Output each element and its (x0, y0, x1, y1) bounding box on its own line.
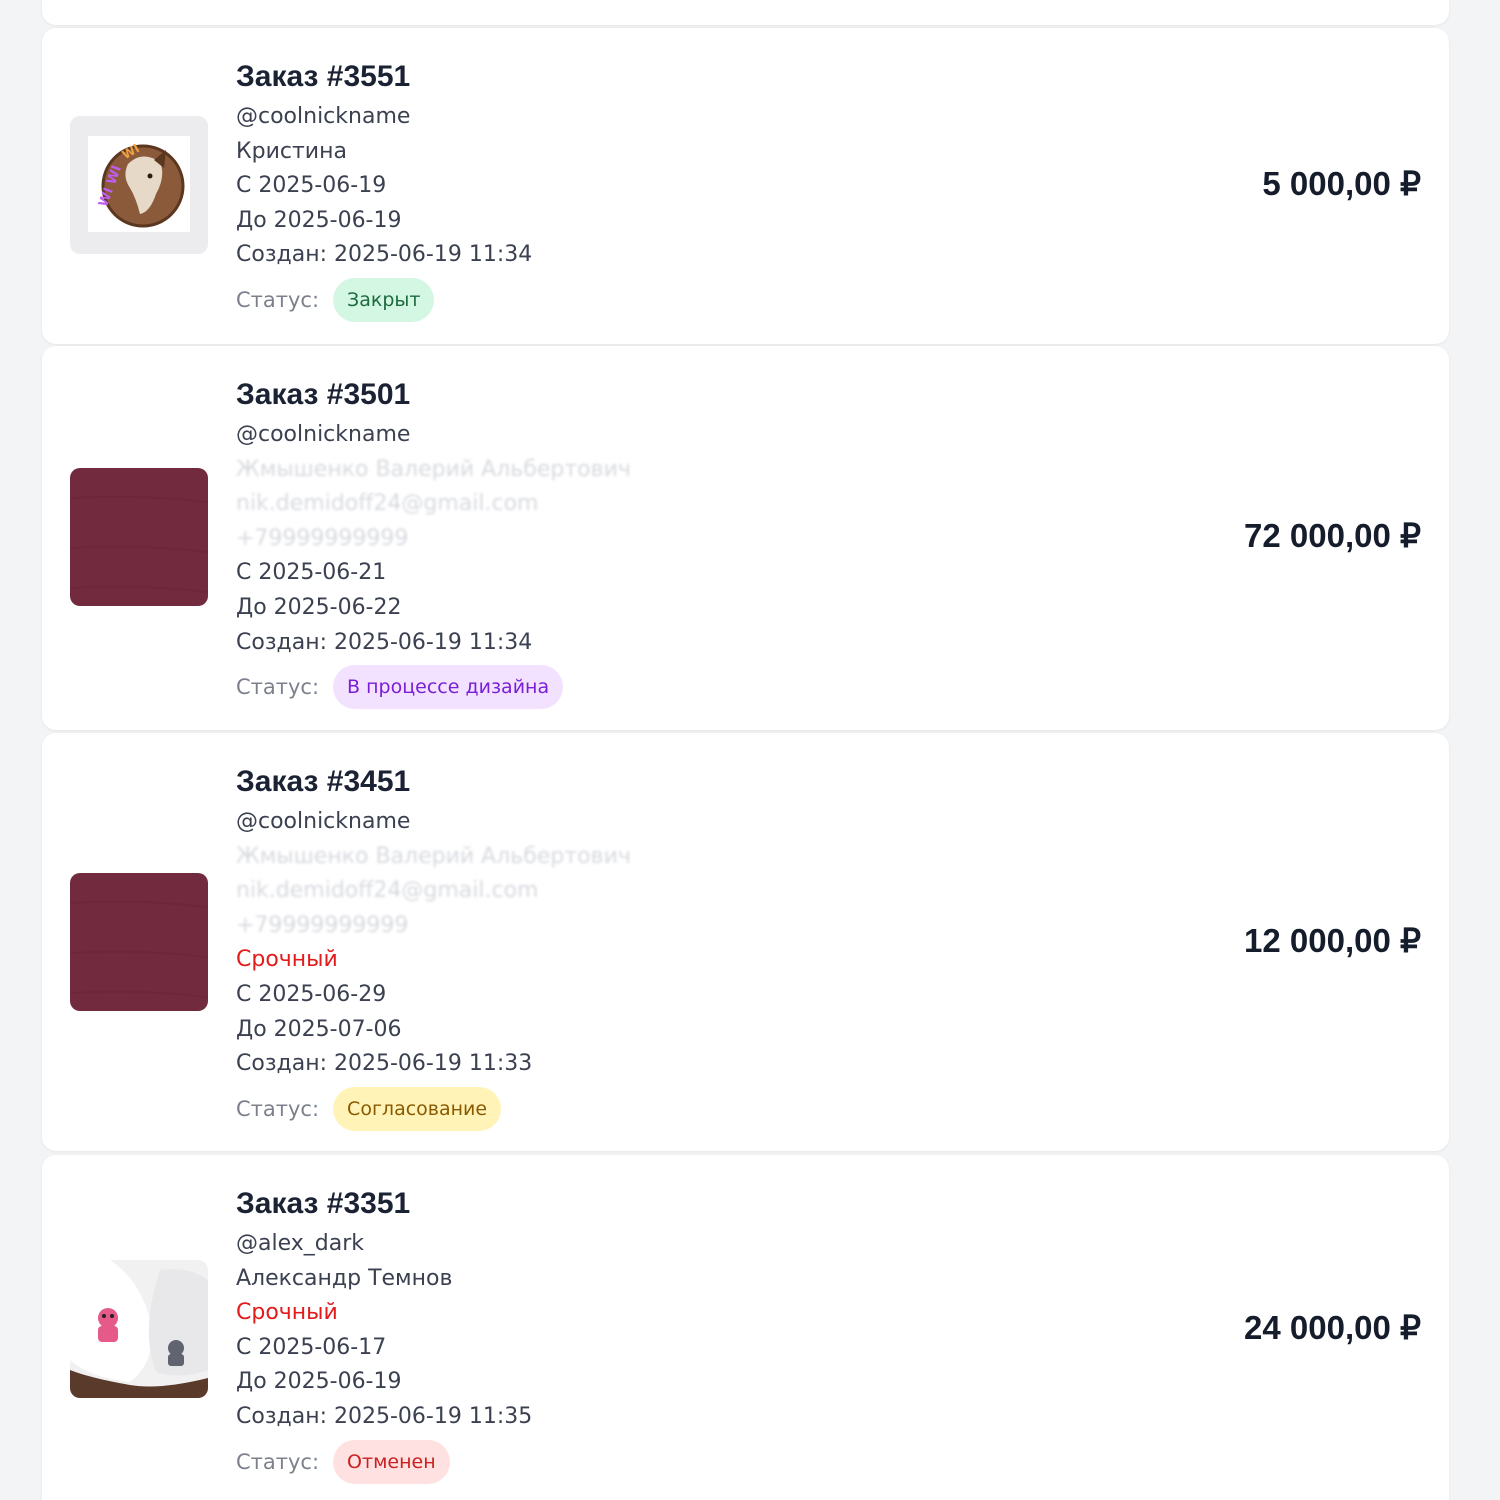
order-amount: 5 000,00 ₽ (1262, 165, 1421, 202)
order-thumbnail[interactable]: WI WI WI (70, 116, 208, 254)
created-at: Создан: 2025-06-19 11:34 (236, 629, 533, 655)
wiwi-logo-image: WI WI WI (88, 136, 190, 232)
fabric-swatch-image (70, 468, 208, 606)
date-to: До 2025-06-22 (236, 594, 402, 620)
status-badge: В процессе дизайна (333, 665, 564, 710)
status-label: Статус: (236, 1449, 320, 1474)
orders-list: WI WI WI Заказ #3551 @coolnickname Крист… (0, 0, 1500, 1500)
customer-name-redacted: Жмышенко Валерий Альбертович (236, 843, 631, 869)
date-from: С 2025-06-17 (236, 1334, 387, 1360)
customer-nickname: @alex_dark (236, 1231, 364, 1256)
customer-phone-redacted: +79999999999 (236, 912, 409, 938)
status-label: Статус: (236, 1096, 320, 1121)
status-row: Статус: В процессе дизайна (236, 664, 936, 710)
embroidered-shirt-image (70, 1260, 208, 1398)
status-label: Статус: (236, 675, 320, 700)
date-to: До 2025-07-06 (236, 1016, 402, 1042)
customer-email-redacted: nik.demidoff24@gmail.com (236, 878, 539, 904)
order-thumbnail[interactable] (70, 873, 208, 1011)
customer-email-redacted: nik.demidoff24@gmail.com (236, 491, 539, 517)
order-title[interactable]: Заказ #3551 (236, 58, 936, 96)
date-from: С 2025-06-19 (236, 173, 387, 199)
date-to: До 2025-06-19 (236, 207, 402, 233)
status-badge: Отменен (333, 1439, 450, 1484)
order-title[interactable]: Заказ #3351 (236, 1185, 936, 1223)
date-from: С 2025-06-21 (236, 560, 387, 586)
status-badge: Согласование (333, 1086, 502, 1131)
order-card-3351[interactable]: Заказ #3351 @alex_dark Александр Темнов … (42, 1155, 1449, 1500)
order-card-previous[interactable] (42, 0, 1449, 25)
order-card-3451[interactable]: Заказ #3451 @coolnickname Жмышенко Валер… (42, 733, 1449, 1151)
order-title[interactable]: Заказ #3451 (236, 763, 936, 801)
customer-name: Александр Темнов (236, 1265, 453, 1291)
urgent-label: Срочный (236, 947, 338, 973)
created-at: Создан: 2025-06-19 11:35 (236, 1403, 533, 1429)
order-amount: 72 000,00 ₽ (1244, 517, 1421, 554)
created-at: Создан: 2025-06-19 11:33 (236, 1051, 533, 1077)
status-badge: Закрыт (333, 277, 435, 322)
order-title[interactable]: Заказ #3501 (236, 376, 936, 414)
customer-name: Кристина (236, 138, 347, 164)
customer-nickname: @coolnickname (236, 422, 411, 447)
order-card-3501[interactable]: Заказ #3501 @coolnickname Жмышенко Валер… (42, 346, 1449, 730)
urgent-label: Срочный (236, 1300, 338, 1326)
date-from: С 2025-06-29 (236, 981, 387, 1007)
status-label: Статус: (236, 287, 320, 312)
order-thumbnail[interactable] (70, 1260, 208, 1398)
status-row: Статус: Отменен (236, 1439, 936, 1485)
order-card-3551[interactable]: WI WI WI Заказ #3551 @coolnickname Крист… (42, 28, 1449, 344)
customer-phone-redacted: +79999999999 (236, 525, 409, 551)
customer-nickname: @coolnickname (236, 104, 411, 129)
customer-nickname: @coolnickname (236, 809, 411, 834)
order-amount: 12 000,00 ₽ (1244, 922, 1421, 959)
order-amount: 24 000,00 ₽ (1244, 1309, 1421, 1346)
status-row: Статус: Закрыт (236, 277, 936, 323)
fabric-swatch-image (70, 873, 208, 1011)
created-at: Создан: 2025-06-19 11:34 (236, 242, 533, 268)
status-row: Статус: Согласование (236, 1086, 936, 1132)
date-to: До 2025-06-19 (236, 1369, 402, 1395)
customer-name-redacted: Жмышенко Валерий Альбертович (236, 456, 631, 482)
order-thumbnail[interactable] (70, 468, 208, 606)
